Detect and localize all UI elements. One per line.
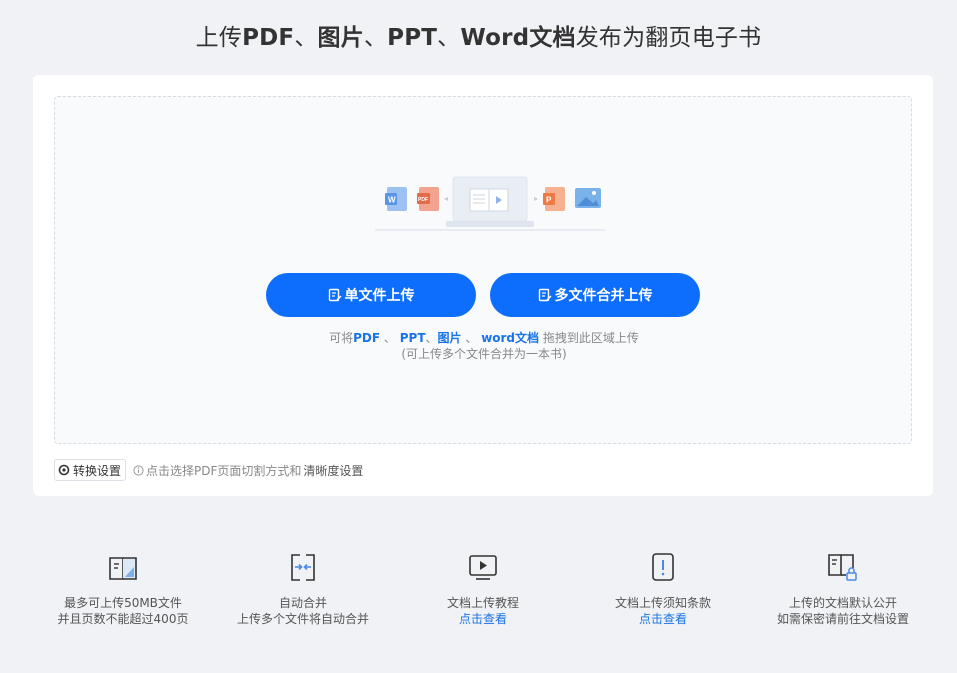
pdf-icon: PDF [417,187,439,211]
terms-view-link[interactable]: 点击查看 [573,611,753,627]
arrow-left-small [534,197,538,201]
drop-zone[interactable]: W PDF P 单文件上传 多文件合并上传 可将PDF 、 PPT、图片 、 w… [54,96,912,444]
upload-doc-icon [538,288,551,302]
feature-line1: 自动合并 [278,596,327,610]
word-icon: W [385,187,407,211]
arrow-right-small [444,197,448,201]
upload-card: W PDF P 单文件上传 多文件合并上传 可将PDF 、 PPT、图片 、 w… [33,75,933,496]
feature-line1: 文档上传教程 [446,596,519,610]
svg-text:P: P [546,196,552,205]
laptop-book-icon [446,176,534,227]
feature-line2: 并且页数不能超过400页 [57,612,189,626]
merge-icon [291,554,315,581]
hint-separator: 、 [425,331,438,345]
feature-list: 最多可上传50MB文件 并且页数不能超过400页 自动合并 上传多个文件将自动合… [0,550,957,640]
upload-doc-icon [328,288,341,302]
page-title: 上传PDF、图片、PPT、Word文档发布为翻页电子书 [0,22,957,54]
feature-privacy: 上传的文档默认公开 如需保密请前往文档设置 [753,550,933,627]
multi-file-upload-button[interactable]: 多文件合并上传 [490,273,700,317]
single-file-upload-label: 单文件上传 [344,288,415,304]
hint-separator: 、 [380,331,400,345]
feature-line1: 文档上传须知条款 [614,596,711,610]
title-text: 、 [363,25,388,51]
title-text: 、 [437,25,461,51]
hint-format-pdf: PDF [353,331,381,345]
title-text-bold: PPT [387,25,438,51]
book-icon [109,557,137,580]
settings-tip-highlight: 清晰度设置 [303,463,364,478]
feature-tutorial: 文档上传教程 点击查看 [393,550,573,627]
svg-text:PDF: PDF [418,197,428,203]
drop-hint: 可将PDF 、 PPT、图片 、 word文档 拖拽到此区域上传 [55,330,913,346]
image-icon [575,188,601,208]
info-icon [133,464,144,476]
hint-separator: 、 [461,331,482,345]
feature-line1: 最多可上传50MB文件 [64,596,182,610]
hint-text: 拖拽到此区域上传 [539,331,639,345]
svg-text:W: W [388,196,396,205]
title-text-bold: PDF [242,25,295,51]
convert-settings-label: 转换设置 [73,463,122,478]
feature-file-limit: 最多可上传50MB文件 并且页数不能超过400页 [33,550,213,627]
merge-hint: (可上传多个文件合并为一本书) [401,347,567,361]
title-text: 发布为翻页电子书 [575,25,762,51]
play-video-icon [469,555,497,580]
feature-line2: 上传多个文件将自动合并 [236,612,369,626]
single-file-upload-button[interactable]: 单文件上传 [266,273,476,317]
title-text: 上传 [195,25,243,51]
feature-line1: 上传的文档默认公开 [788,596,897,610]
hint-format-image: 图片 [437,331,462,345]
settings-tip: 点击选择PDF页面切割方式和 清晰度设置 [133,459,363,481]
feature-terms: 文档上传须知条款 点击查看 [573,550,753,627]
title-text: 、 [294,25,318,51]
ppt-icon: P [543,187,565,211]
upload-illustration: W PDF P [375,176,605,231]
title-text-bold: 图片 [317,25,364,51]
notice-icon [652,553,674,581]
multi-file-upload-label: 多文件合并上传 [554,288,653,304]
settings-tip-text: 点击选择PDF页面切割方式和 [146,463,302,478]
hint-text: 可将 [329,331,354,345]
hint-format-word: word文档 [481,331,540,345]
feature-auto-merge: 自动合并 上传多个文件将自动合并 [213,550,393,627]
title-text-bold: Word文档 [460,25,576,51]
convert-settings-button[interactable]: 转换设置 [54,459,127,481]
tutorial-view-link[interactable]: 点击查看 [393,611,573,627]
book-lock-icon [828,554,857,581]
feature-line2: 如需保密请前往文档设置 [776,612,909,626]
hint-format-ppt: PPT [399,331,426,345]
settings-icon [58,464,70,476]
